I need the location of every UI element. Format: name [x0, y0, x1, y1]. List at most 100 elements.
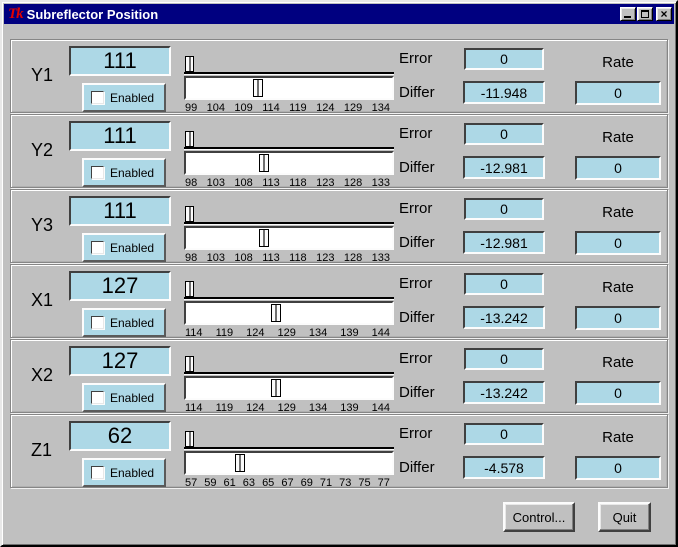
- control-button[interactable]: Control...: [503, 502, 575, 532]
- position-slider-handle[interactable]: [259, 229, 269, 247]
- tick-label: 128: [343, 177, 363, 189]
- rate-slider-handle[interactable]: [185, 56, 194, 72]
- enabled-label: Enabled: [110, 390, 155, 405]
- rate-value: 0: [575, 156, 661, 180]
- differ-value: -12.981: [463, 156, 545, 179]
- tick-label: 119: [215, 327, 234, 339]
- axis-label: Z1: [31, 440, 53, 460]
- button-bar: Control... Quit: [2, 502, 676, 532]
- tick-label: 98: [185, 252, 198, 264]
- position-slider-handle[interactable]: [259, 154, 269, 172]
- tick-label: 103: [206, 177, 226, 189]
- rate-label: Rate: [602, 129, 634, 146]
- axis-label: Y3: [31, 215, 54, 235]
- position-slider-handle[interactable]: [253, 79, 263, 97]
- tick-label: 104: [206, 102, 226, 114]
- tick-label: 73: [339, 477, 352, 489]
- rate-slider-handle[interactable]: [185, 131, 194, 147]
- minimize-button[interactable]: [620, 7, 636, 21]
- title-bar[interactable]: Tk Subreflector Position ×: [4, 4, 674, 24]
- error-label: Error: [399, 50, 433, 67]
- tick-label: 114: [185, 327, 203, 339]
- enabled-checkbox-group[interactable]: Enabled: [82, 458, 166, 487]
- rate-slider-handle[interactable]: [185, 356, 194, 372]
- rate-slider-handle[interactable]: [185, 206, 194, 222]
- position-value-display: 111: [69, 196, 171, 226]
- tick-label: 77: [377, 477, 390, 489]
- position-slider[interactable]: [184, 301, 394, 325]
- position-slider-handle[interactable]: [271, 304, 281, 322]
- tick-label: 128: [343, 252, 363, 264]
- differ-value: -11.948: [463, 81, 545, 104]
- enabled-checkbox[interactable]: [91, 91, 104, 104]
- tick-label: 123: [316, 177, 335, 189]
- differ-value: -12.981: [463, 231, 545, 254]
- position-slider-handle[interactable]: [235, 454, 245, 472]
- window-title: Subreflector Position: [26, 6, 159, 22]
- position-slider-handle[interactable]: [271, 379, 281, 397]
- tick-label: 69: [300, 477, 313, 489]
- error-label: Error: [399, 200, 433, 217]
- rate-slider-handle[interactable]: [185, 431, 194, 447]
- enabled-checkbox-group[interactable]: Enabled: [82, 83, 166, 112]
- tick-label: 129: [343, 102, 363, 114]
- maximize-button[interactable]: [637, 7, 653, 21]
- position-slider[interactable]: [184, 226, 394, 250]
- tick-label: 139: [340, 327, 359, 339]
- slider-block: 114 119 124 129 134 139 144: [184, 280, 394, 339]
- slider-tick-labels: 98 103 108 113 118 123 128 133: [184, 177, 391, 189]
- tick-label: 124: [246, 327, 265, 339]
- close-button[interactable]: ×: [656, 7, 672, 21]
- rate-column: Rate 0: [574, 115, 662, 187]
- enabled-checkbox-group[interactable]: Enabled: [82, 383, 166, 412]
- tick-label: 139: [340, 402, 359, 414]
- rate-column: Rate 0: [574, 340, 662, 412]
- rate-slider[interactable]: [184, 430, 394, 449]
- rate-value: 0: [575, 456, 661, 480]
- differ-label: Differ: [399, 459, 435, 476]
- differ-value: -4.578: [463, 456, 545, 479]
- rate-label: Rate: [602, 354, 634, 371]
- enabled-checkbox[interactable]: [91, 466, 104, 479]
- tick-label: 109: [234, 102, 253, 114]
- rate-column: Rate 0: [574, 190, 662, 262]
- position-slider[interactable]: [184, 76, 394, 100]
- slider-tick-labels: 57 59 61 63 65 67 69 71 73 75 77: [184, 477, 391, 489]
- rate-value: 0: [575, 306, 661, 330]
- differ-value: -13.242: [463, 306, 545, 329]
- enabled-label: Enabled: [110, 90, 155, 105]
- error-value: 0: [464, 123, 544, 145]
- enabled-checkbox[interactable]: [91, 241, 104, 254]
- tick-label: 113: [262, 252, 280, 264]
- rate-slider[interactable]: [184, 355, 394, 374]
- error-value: 0: [464, 423, 544, 445]
- slider-tick-labels: 114 119 124 129 134 139 144: [184, 402, 391, 414]
- enabled-checkbox-group[interactable]: Enabled: [82, 308, 166, 337]
- enabled-checkbox[interactable]: [91, 391, 104, 404]
- position-value-display: 62: [69, 421, 171, 451]
- position-slider[interactable]: [184, 376, 394, 400]
- enabled-checkbox[interactable]: [91, 316, 104, 329]
- rate-slider-handle[interactable]: [185, 281, 194, 297]
- rate-slider[interactable]: [184, 280, 394, 299]
- slider-tick-labels: 98 103 108 113 118 123 128 133: [184, 252, 391, 264]
- enabled-checkbox-group[interactable]: Enabled: [82, 233, 166, 262]
- position-slider[interactable]: [184, 451, 394, 475]
- tick-label: 118: [289, 252, 307, 264]
- quit-button[interactable]: Quit: [598, 502, 651, 532]
- enabled-checkbox-group[interactable]: Enabled: [82, 158, 166, 187]
- slider-block: 57 59 61 63 65 67 69 71 73 75 77: [184, 430, 394, 489]
- axis-row: Y2 111 Enabled 98 103 108 113 118 123 128 133 E…: [10, 114, 668, 189]
- tick-label: 108: [234, 177, 253, 189]
- rows-container: Y1 111 Enabled 99 104 109 114 119 124 129 134 E…: [2, 25, 676, 489]
- axis-row: X1 127 Enabled 114 119 124 129 134 139 144 Err…: [10, 264, 668, 339]
- error-value: 0: [464, 198, 544, 220]
- differ-label: Differ: [399, 159, 435, 176]
- axis-row: X2 127 Enabled 114 119 124 129 134 139 144 Err…: [10, 339, 668, 414]
- position-slider[interactable]: [184, 151, 394, 175]
- error-label: Error: [399, 425, 433, 442]
- rate-slider[interactable]: [184, 130, 394, 149]
- rate-slider[interactable]: [184, 55, 394, 74]
- enabled-checkbox[interactable]: [91, 166, 104, 179]
- rate-slider[interactable]: [184, 205, 394, 224]
